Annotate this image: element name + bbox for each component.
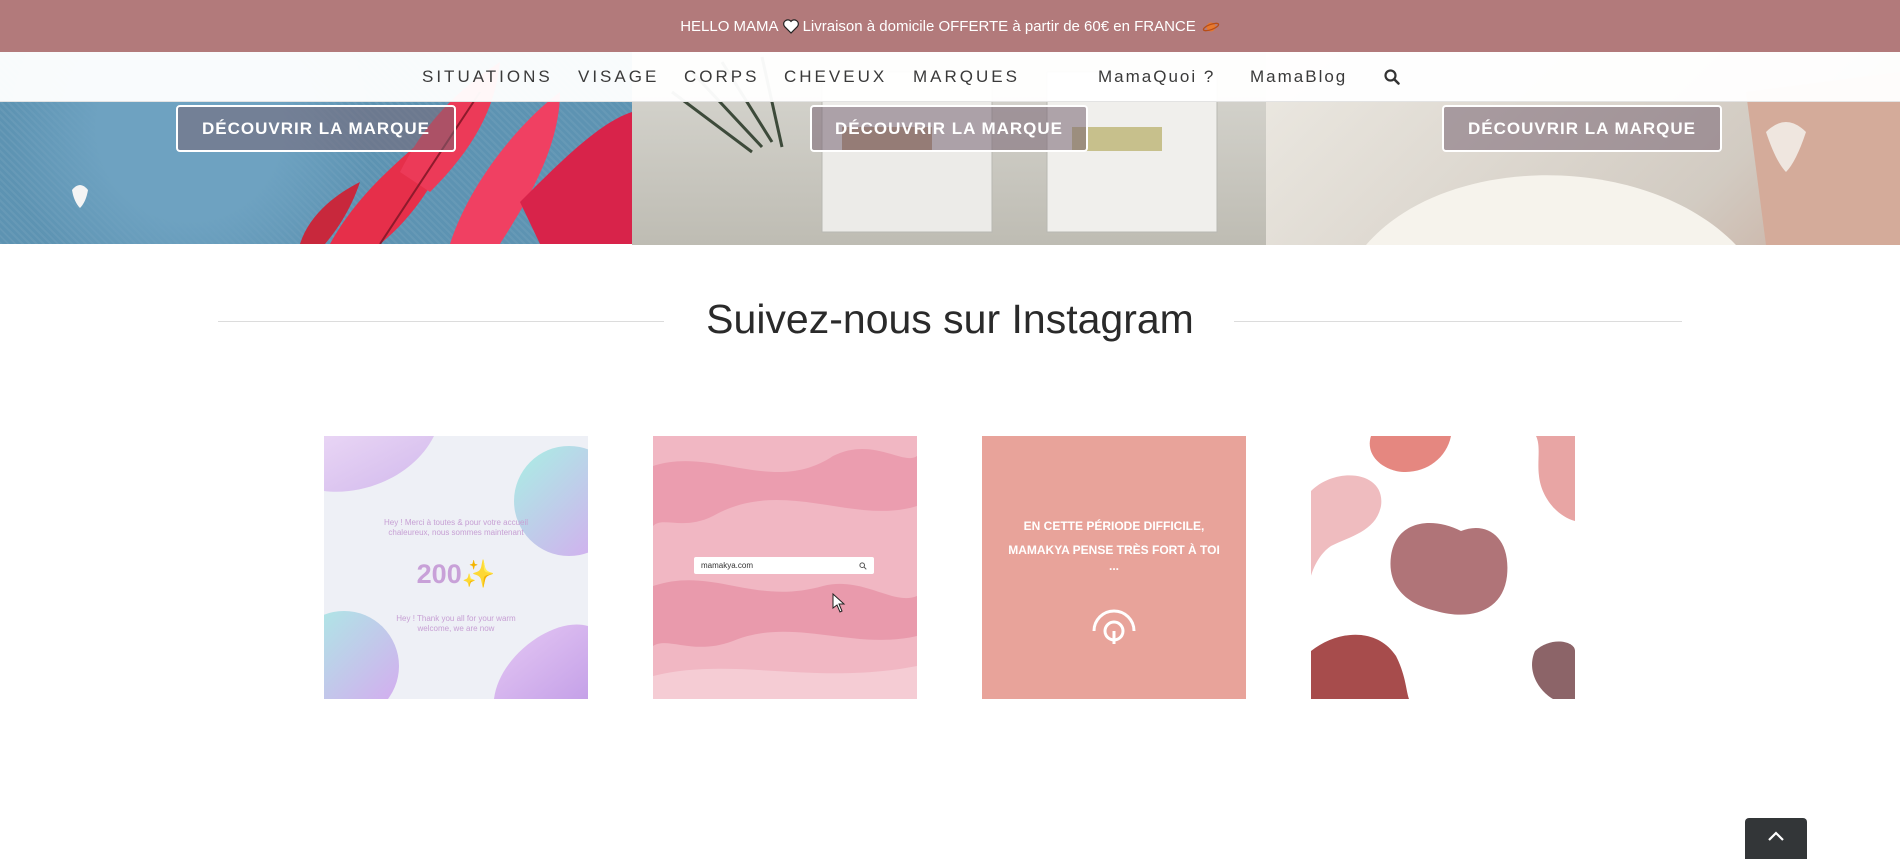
scroll-to-top-button[interactable] bbox=[1745, 818, 1807, 859]
post-1-text-line-3: Hey ! Thank you all for your warm bbox=[396, 614, 516, 623]
instagram-post-3[interactable]: EN CETTE PÉRIODE DIFFICILE, MAMAKYA PENS… bbox=[982, 436, 1246, 699]
instagram-post-1[interactable]: Hey ! Merci à toutes & pour votre accuei… bbox=[324, 436, 588, 699]
post-2-search-text: mamakya.com bbox=[701, 561, 754, 570]
post-2-search-bar: mamakya.com bbox=[694, 557, 874, 574]
nav-item-marques[interactable]: MARQUES bbox=[913, 52, 1020, 101]
post-1-text-line-4: welcome, we are now bbox=[417, 624, 495, 633]
instagram-post-2[interactable]: mamakya.com bbox=[653, 436, 917, 699]
nav-item-mamablog[interactable]: MamaBlog bbox=[1250, 52, 1347, 101]
post-1-text-line-2: chaleureux, nous sommes maintenant bbox=[388, 528, 524, 537]
promo-greeting: HELLO MAMA bbox=[680, 17, 779, 35]
search-icon bbox=[859, 562, 867, 570]
instagram-post-4[interactable] bbox=[1311, 436, 1575, 699]
main-nav: SITUATIONS VISAGE CORPS CHEVEUX MARQUES … bbox=[0, 52, 1900, 102]
brand-logo-icon bbox=[1092, 609, 1136, 644]
pink-shapes-image bbox=[1311, 436, 1575, 699]
discover-brand-button-2[interactable]: DÉCOUVRIR LA MARQUE bbox=[810, 105, 1088, 152]
discover-brand-button-1[interactable]: DÉCOUVRIR LA MARQUE bbox=[176, 105, 456, 152]
post-3-text-line-1: EN CETTE PÉRIODE DIFFICILE, bbox=[1023, 519, 1205, 533]
instagram-title: Suivez-nous sur Instagram bbox=[706, 296, 1194, 342]
nav-item-mamaquoi[interactable]: MamaQuoi ? bbox=[1098, 52, 1215, 101]
nav-item-cheveux[interactable]: CHEVEUX bbox=[784, 52, 887, 101]
post-1-number: 200✨ bbox=[416, 559, 496, 589]
chevron-up-icon bbox=[1768, 831, 1784, 841]
discover-brand-button-3[interactable]: DÉCOUVRIR LA MARQUE bbox=[1442, 105, 1722, 152]
post-1-text-line-1: Hey ! Merci à toutes & pour votre accuei… bbox=[383, 518, 529, 527]
promo-message: Livraison à domicile OFFERTE à partir de… bbox=[802, 17, 1196, 35]
heart-icon bbox=[782, 18, 799, 35]
planet-icon bbox=[1202, 18, 1220, 35]
post-3-text-line-3: ... bbox=[1108, 559, 1119, 573]
nav-item-visage[interactable]: VISAGE bbox=[578, 52, 659, 101]
promo-bar: HELLO MAMA Livraison à domicile OFFERTE … bbox=[0, 0, 1900, 52]
nav-item-corps[interactable]: CORPS bbox=[684, 52, 759, 101]
nav-item-situations[interactable]: SITUATIONS bbox=[422, 52, 553, 101]
search-icon[interactable] bbox=[1383, 68, 1401, 86]
